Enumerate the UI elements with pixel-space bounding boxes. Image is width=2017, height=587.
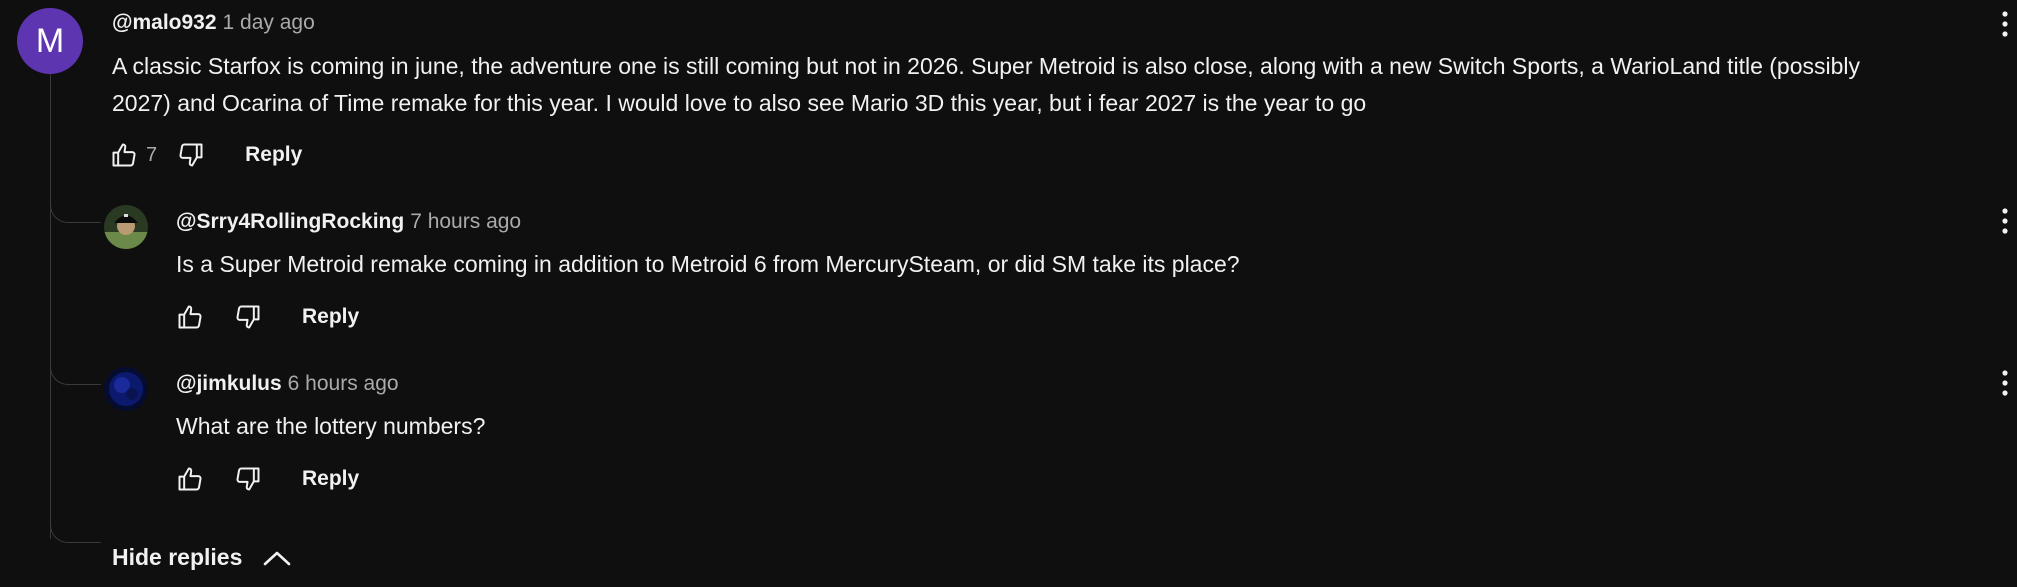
comment-header: @malo932 1 day ago (112, 11, 315, 35)
reply-button[interactable]: Reply (229, 135, 318, 175)
hide-replies-label: Hide replies (112, 544, 243, 570)
reply-button[interactable]: Reply (286, 459, 375, 499)
thread-connector (50, 200, 101, 223)
comment-text: A classic Starfox is coming in june, the… (112, 48, 1860, 122)
hide-replies-button[interactable]: Hide replies (112, 544, 292, 571)
thread-connector (50, 362, 101, 385)
avatar-image (104, 205, 148, 249)
comment-text-line: 2027) and Ocarina of Time remake for thi… (112, 90, 1367, 116)
reply-header: @jimkulus 6 hours ago (176, 372, 399, 396)
reply-actions: Reply (170, 297, 375, 337)
thumbs-down-icon (236, 467, 260, 491)
thumbs-down-icon (236, 305, 260, 329)
comment-actions: 7 Reply (104, 135, 318, 175)
more-options-button[interactable] (1995, 365, 2015, 401)
thread-connector (50, 520, 101, 543)
comment-thread: M @malo932 1 day ago A classic Starfox is… (0, 0, 2017, 587)
dislike-button[interactable] (228, 297, 268, 337)
dislike-button[interactable] (171, 135, 211, 175)
comment-text-line: A classic Starfox is coming in june, the… (112, 53, 1861, 79)
author-handle[interactable]: @malo932 (112, 11, 217, 34)
author-handle[interactable]: @jimkulus (176, 372, 282, 395)
reply-button[interactable]: Reply (286, 297, 375, 337)
author-handle[interactable]: @Srry4RollingRocking (176, 210, 404, 233)
more-options-button[interactable] (1995, 6, 2015, 42)
thumbs-up-icon (112, 143, 136, 167)
dislike-button[interactable] (228, 459, 268, 499)
avatar[interactable] (104, 367, 148, 411)
avatar[interactable]: M (17, 8, 83, 74)
more-vert-icon (2002, 208, 2008, 234)
thumbs-up-icon (178, 305, 202, 329)
avatar-letter: M (35, 21, 65, 60)
avatar-image (104, 367, 148, 411)
timestamp[interactable]: 1 day ago (223, 11, 315, 34)
thread-line (50, 72, 51, 539)
reply-text: Is a Super Metroid remake coming in addi… (176, 251, 1240, 277)
timestamp[interactable]: 7 hours ago (410, 210, 521, 233)
timestamp[interactable]: 6 hours ago (288, 372, 399, 395)
thumbs-up-icon (178, 467, 202, 491)
more-vert-icon (2002, 11, 2008, 37)
more-options-button[interactable] (1995, 203, 2015, 239)
avatar[interactable] (104, 205, 148, 249)
like-button[interactable] (104, 135, 144, 175)
thumbs-down-icon (179, 143, 203, 167)
like-button[interactable] (170, 297, 210, 337)
reply-header: @Srry4RollingRocking 7 hours ago (176, 210, 521, 234)
reply-actions: Reply (170, 459, 375, 499)
reply-text: What are the lottery numbers? (176, 413, 486, 439)
like-count: 7 (146, 143, 158, 166)
chevron-up-icon (264, 551, 291, 565)
more-vert-icon (2002, 370, 2008, 396)
like-button[interactable] (170, 459, 210, 499)
